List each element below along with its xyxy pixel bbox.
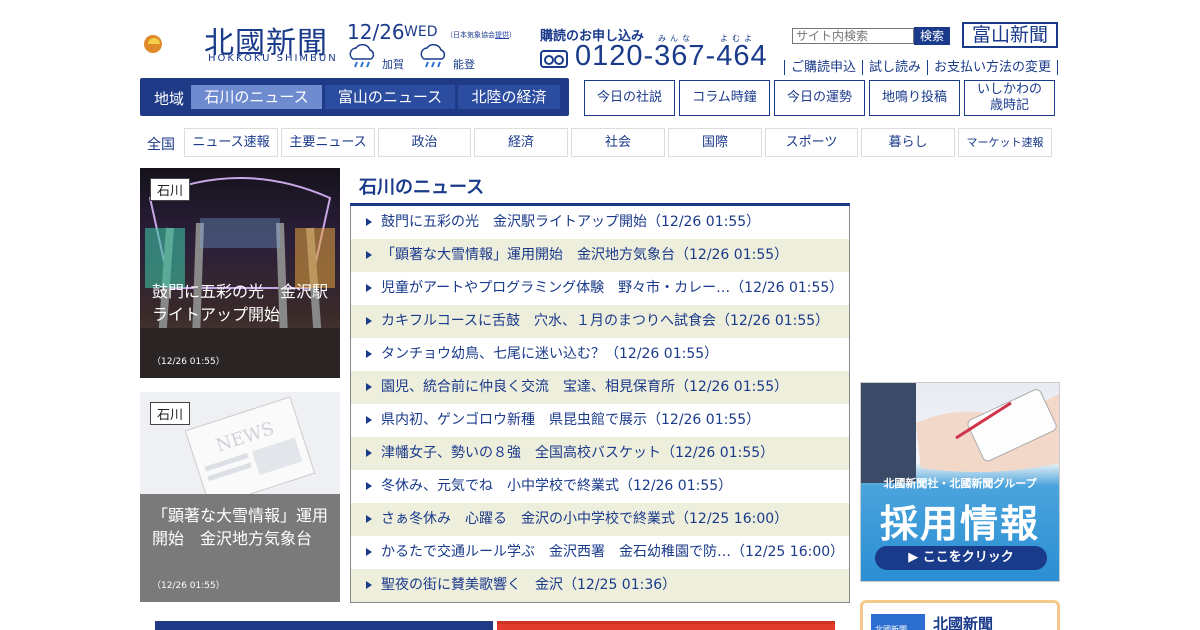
banner-click-button[interactable]: ▶ ここをクリック [875,546,1047,570]
bullet-arrow-icon [366,284,372,292]
search-button[interactable]: 検索 [914,27,950,45]
feature-time: （12/26 01:55） [152,357,225,367]
weather-source-link[interactable]: 提供 [495,31,509,39]
news-item[interactable]: 「顕著な大雪情報」運用開始 金沢地方気象台（12/26 01:55） [351,239,849,272]
news-item-title: カキフルコースに舌鼓 穴水、１月のまつりへ試食会（12/26 01:55） [381,313,830,329]
tab-hokuriku-economy[interactable]: 北陸の経済 [458,85,560,109]
category-lifestyle[interactable]: 暮らし [861,128,955,157]
side-card-logo: 北國新聞 [871,614,925,630]
news-item[interactable]: タンチョウ幼鳥、七尾に迷い込む？（12/26 01:55） [351,338,849,371]
news-item-title: さぁ冬休み 心躍る 金沢の小中学校で終業式（12/25 16:00） [381,511,789,527]
news-item[interactable]: 児童がアートやプログラミング体験 野々市・カレー…（12/26 01:55） [351,272,849,305]
banner-subtitle: 北國新聞社・北國新聞グループ [883,477,1037,490]
feature-card[interactable]: NEWS 石川 「顕著な大雪情報」運用開始 金沢地方気象台 （12/26 01:… [140,392,340,602]
reader-post-button[interactable]: 地鳴り投稿 [869,80,960,116]
rain-cloud-icon [420,44,446,68]
news-section-title: 石川のニュース [359,177,485,198]
bullet-arrow-icon [366,251,372,259]
news-item-title: 「顕著な大雪情報」運用開始 金沢地方気象台（12/26 01:55） [381,247,789,263]
weather-area-label: 能登 [453,58,475,71]
bullet-arrow-icon [366,383,372,391]
category-label[interactable]: 全国 [147,134,175,154]
banner-title: 採用情報 [879,502,1040,546]
feature-tag: 石川 [150,178,191,201]
payment-change-link[interactable]: お支払い方法の変更 [927,60,1059,75]
bullet-arrow-icon [366,317,372,325]
subscribe-link[interactable]: ご購読申込 [784,60,863,75]
bottom-banner-left[interactable] [155,621,493,630]
news-item-title: 津幡女子、勢いの８強 全国高校バスケット（12/26 01:55） [381,445,775,461]
news-item[interactable]: 冬休み、元気でね 小中学校で終業式（12/26 01:55） [351,470,849,503]
bullet-arrow-icon [366,515,372,523]
category-economy[interactable]: 経済 [474,128,568,157]
phone-icon [540,50,568,68]
news-item[interactable]: 鼓門に五彩の光 金沢駅ライトアップ開始（12/26 01:55） [351,206,849,239]
banner-photo [861,383,1059,483]
category-sports[interactable]: スポーツ [765,128,858,157]
news-item[interactable]: 聖夜の街に賛美歌響く 金沢（12/25 01:36） [351,569,849,602]
news-item[interactable]: さぁ冬休み 心躍る 金沢の小中学校で終業式（12/25 16:00） [351,503,849,536]
bullet-arrow-icon [366,581,372,589]
rain-cloud-icon [349,44,375,68]
bullet-arrow-icon [366,350,372,358]
side-card-title: 北國新聞 [933,615,994,630]
weather-source: （日本気象協会提供） [446,31,516,39]
news-item-title: 鼓門に五彩の光 金沢駅ライトアップ開始（12/26 01:55） [381,214,761,230]
weather-area-label: 加賀 [382,58,404,71]
region-nav: 地域 石川のニュース 富山のニュース 北陸の経済 [140,78,569,116]
trial-link[interactable]: 試し読み [862,60,928,75]
news-item[interactable]: かるたで交通ルール学ぶ 金沢西署 金石幼稚園で防…（12/25 16:00） [351,536,849,569]
tab-toyama-news[interactable]: 富山のニュース [325,85,455,109]
news-item[interactable]: カキフルコースに舌鼓 穴水、１月のまつりへ試食会（12/26 01:55） [351,305,849,338]
sub-links: ご購読申込 試し読み お支払い方法の変更 [784,56,1059,75]
feature-time: （12/26 01:55） [152,581,225,591]
category-top-news[interactable]: 主要ニュース [281,128,375,157]
feature-caption: 「顕著な大雪情報」運用開始 金沢地方気象台 [152,506,329,548]
category-society[interactable]: 社会 [571,128,665,157]
editorial-button[interactable]: 今日の社説 [584,80,675,116]
date-day: 12/26 [347,20,405,44]
bullet-arrow-icon [366,482,372,490]
category-politics[interactable]: 政治 [378,128,471,157]
news-item-title: かるたで交通ルール学ぶ 金沢西署 金石幼稚園で防…（12/25 16:00） [381,544,845,560]
news-item[interactable]: 津幡女子、勢いの８強 全国高校バスケット（12/26 01:55） [351,437,849,470]
category-international[interactable]: 国際 [668,128,762,157]
news-list: 鼓門に五彩の光 金沢駅ライトアップ開始（12/26 01:55） 「顕著な大雪情報… [350,206,850,603]
region-label: 地域 [154,90,185,108]
search-input[interactable] [792,28,914,44]
bullet-arrow-icon [366,449,372,457]
feature-card[interactable]: 石川 鼓門に五彩の光 金沢駅ライトアップ開始 （12/26 01:55） [140,168,340,378]
news-item-title: 児童がアートやプログラミング体験 野々市・カレー…（12/26 01:55） [381,280,844,296]
news-item-title: 園児、統合前に仲良く交流 宝達、相見保育所（12/26 01:55） [381,379,789,395]
bullet-arrow-icon [366,416,372,424]
site-logo[interactable]: 北國新聞 HOKKOKU SHIMBUN [140,16,340,66]
logo-mark-icon [144,19,185,63]
tab-ishikawa-news[interactable]: 石川のニュース [191,85,322,109]
feature-caption: 鼓門に五彩の光 金沢駅ライトアップ開始 [152,282,329,324]
ishikawa-saijiki-button[interactable]: いしかわの 歳時記 [964,80,1055,116]
column-jisho-button[interactable]: コラム時鐘 [679,80,770,116]
news-item-title: タンチョウ幼鳥、七尾に迷い込む？（12/26 01:55） [381,346,719,362]
horoscope-button[interactable]: 今日の運勢 [774,80,865,116]
toyama-shimbun-link[interactable]: 富山新聞 [962,22,1058,48]
category-breaking-news[interactable]: ニュース速報 [184,128,278,157]
logo-romaji: HOKKOKU SHIMBUN [208,53,338,64]
bullet-arrow-icon [366,548,372,556]
recruitment-banner[interactable]: 北國新聞社・北國新聞グループ 採用情報 ▶ ここをクリック [860,382,1060,582]
feature-tag: 石川 [150,402,191,425]
news-item[interactable]: 県内初、ゲンゴロウ新種 県昆虫館で展示（12/26 01:55） [351,404,849,437]
news-item-title: 聖夜の街に賛美歌響く 金沢（12/25 01:36） [381,577,677,593]
news-item[interactable]: 園児、統合前に仲良く交流 宝達、相見保育所（12/26 01:55） [351,371,849,404]
bottom-banner-right[interactable] [497,621,835,630]
news-item-title: 冬休み、元気でね 小中学校で終業式（12/26 01:55） [381,478,733,494]
date-weekday: WED [404,24,438,40]
side-card[interactable]: 北國新聞 北國新聞 [860,600,1060,630]
category-market[interactable]: マーケット速報 [958,128,1052,157]
subscription-phone[interactable]: 0120-367-464 [575,40,768,73]
news-item-title: 県内初、ゲンゴロウ新種 県昆虫館で展示（12/26 01:55） [381,412,761,428]
page: 北國新聞 HOKKOKU SHIMBUN 12/26 WED （日本気象協会提供… [0,0,1200,630]
bullet-arrow-icon [366,218,372,226]
